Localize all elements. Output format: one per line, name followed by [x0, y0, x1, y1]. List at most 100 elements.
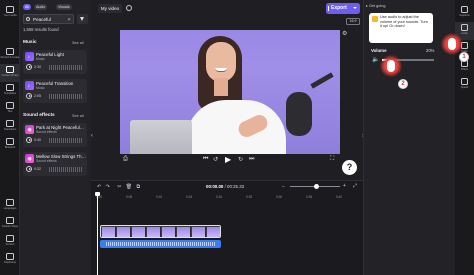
volume-label: Volume [371, 48, 387, 53]
sidebar-item-clipchamp[interactable]: Clipchamp [0, 251, 20, 269]
music-track-card[interactable]: ♪ Peaceful Light Music 2:30 [23, 50, 87, 74]
sound-effect-icon: ◉ [25, 154, 34, 163]
fit-timeline-icon[interactable]: ⤢ [353, 183, 357, 189]
laptop-graphic [130, 120, 192, 154]
sound-effects-section-title: Sound effects [23, 113, 55, 118]
tip-card: Use audio to adjust the volume of your s… [369, 13, 433, 43]
timeline-toolbar: ↶ ↷ ✂ 🗑 ⧉ [97, 184, 140, 190]
search-input[interactable]: Peaceful ✕ [23, 14, 74, 24]
audio-waveform [106, 242, 216, 246]
sync-icon[interactable] [126, 5, 132, 11]
camera-icon [6, 48, 14, 55]
rail-item-captions[interactable]: Captions [455, 4, 474, 22]
sidebar-item-content-library[interactable]: Content library [0, 64, 20, 82]
playhead[interactable] [95, 192, 100, 275]
duplicate-icon[interactable]: ⧉ [137, 184, 141, 190]
play-icon[interactable] [26, 166, 32, 172]
play-button[interactable]: ▶ [225, 155, 231, 164]
waveform [49, 65, 83, 70]
speaker-icon[interactable]: 🔈 [372, 56, 379, 63]
filter-button[interactable] [77, 14, 88, 24]
aspect-ratio-button[interactable]: 16:9 [346, 18, 360, 25]
redo-icon[interactable]: ↷ [106, 184, 110, 190]
skip-forward-icon[interactable]: ⏭ [249, 156, 254, 163]
sidebar-item-brand-kit[interactable]: Brand kit [0, 136, 20, 154]
filter-icon [80, 17, 84, 21]
sidebar-item-feature-flags[interactable]: Feature Flags [0, 215, 20, 233]
sidebar-item-languages[interactable]: Languages [0, 197, 20, 215]
zoom-out-icon[interactable]: − [282, 184, 285, 190]
flag-icon [6, 217, 14, 224]
collapse-panel-icon[interactable]: ‹ [91, 133, 93, 139]
sidebar-item-your-media[interactable]: Your media [0, 4, 20, 22]
zoom-slider-handle[interactable] [314, 184, 319, 189]
play-icon[interactable] [26, 64, 32, 70]
sfx-see-all-link[interactable]: See all [72, 114, 84, 118]
filter-chip-audio[interactable]: Audio [34, 4, 48, 10]
play-icon[interactable] [26, 93, 32, 99]
split-icon[interactable]: ✂ [117, 184, 121, 190]
filter-chip-all[interactable]: All [23, 4, 31, 10]
audio-clip[interactable] [100, 240, 221, 248]
timecode: 00:00.00 / 00:25.33 [206, 184, 245, 189]
music-note-icon: ♪ [25, 81, 34, 90]
pointer-hand-icon [441, 33, 463, 55]
sidebar-item-version[interactable]: Version [0, 233, 20, 251]
step-badge-2: 2 [398, 79, 408, 89]
sfx-track-card[interactable]: ◉ Mellow Slow Strings Th… Sound effects … [23, 152, 87, 176]
rewind-icon[interactable]: ↺ [213, 156, 218, 163]
audio-icon [461, 24, 468, 31]
upload-icon [328, 6, 331, 11]
waveform [49, 138, 83, 143]
play-icon[interactable] [26, 137, 32, 143]
waveform [49, 167, 83, 172]
folder-icon [6, 6, 14, 13]
video-clip[interactable] [100, 225, 221, 238]
delete-icon[interactable]: 🗑 [126, 184, 132, 190]
export-button[interactable]: Export [326, 3, 360, 14]
pointer-hand-icon [380, 55, 402, 77]
skip-back-icon[interactable]: ⏮ [203, 156, 208, 163]
zoom-slider[interactable] [290, 184, 340, 189]
chevron-down-icon [353, 7, 357, 9]
volume-value: 20% [426, 48, 435, 53]
sidebar-item-templates[interactable]: Templates [0, 82, 20, 100]
text-icon [6, 102, 14, 109]
info-icon [6, 235, 14, 242]
lightbulb-icon [372, 16, 378, 22]
music-section-title: Music [23, 40, 37, 45]
waveform [49, 94, 83, 99]
sound-effect-icon: ◉ [25, 125, 34, 134]
video-preview[interactable] [120, 30, 340, 154]
rail-item-speed[interactable]: Speed [455, 76, 474, 94]
screenshot-icon[interactable]: ⎙ [123, 156, 128, 163]
music-see-all-link[interactable]: See all [72, 41, 84, 45]
sidebar-item-transitions[interactable]: Transitions [0, 118, 20, 136]
templates-icon [6, 84, 14, 91]
step-badge-1: 1 [459, 52, 469, 62]
project-title[interactable]: My video [98, 4, 122, 13]
speed-icon [461, 78, 468, 85]
help-button[interactable]: ? [342, 160, 357, 175]
forward-icon[interactable]: ↻ [238, 156, 243, 163]
captions-icon [461, 6, 468, 13]
get-going-link[interactable]: ▸ Get going [366, 3, 385, 8]
library-icon [6, 66, 14, 73]
sidebar-item-record-create[interactable]: Record & create [0, 46, 20, 64]
search-icon [26, 17, 30, 21]
zoom-in-icon[interactable]: + [343, 183, 346, 189]
fullscreen-icon[interactable]: ⛶ [330, 156, 334, 163]
filter-chip-visuals[interactable]: Visuals [56, 4, 72, 10]
sidebar-item-text[interactable]: Text [0, 100, 20, 118]
timeline-ruler: 0:00 0:05 0:10 0:15 0:20 0:25 0:30 0:35 … [96, 195, 343, 199]
undo-icon[interactable]: ↶ [97, 184, 101, 190]
brand-kit-icon [6, 138, 14, 145]
clear-search-icon[interactable]: ✕ [67, 17, 71, 23]
music-note-icon: ♪ [25, 52, 34, 61]
microphone-graphic [286, 92, 312, 136]
preview-settings-icon[interactable]: ⚙ [342, 30, 347, 37]
sfx-track-card[interactable]: ◉ Park at Night Peaceful… Sound effects … [23, 123, 87, 147]
music-track-card[interactable]: ♪ Peaceful Transition Music 2:05 [23, 79, 87, 103]
transitions-icon [6, 120, 14, 127]
left-nav-rail: Your media Record & create Content libra… [0, 0, 20, 275]
